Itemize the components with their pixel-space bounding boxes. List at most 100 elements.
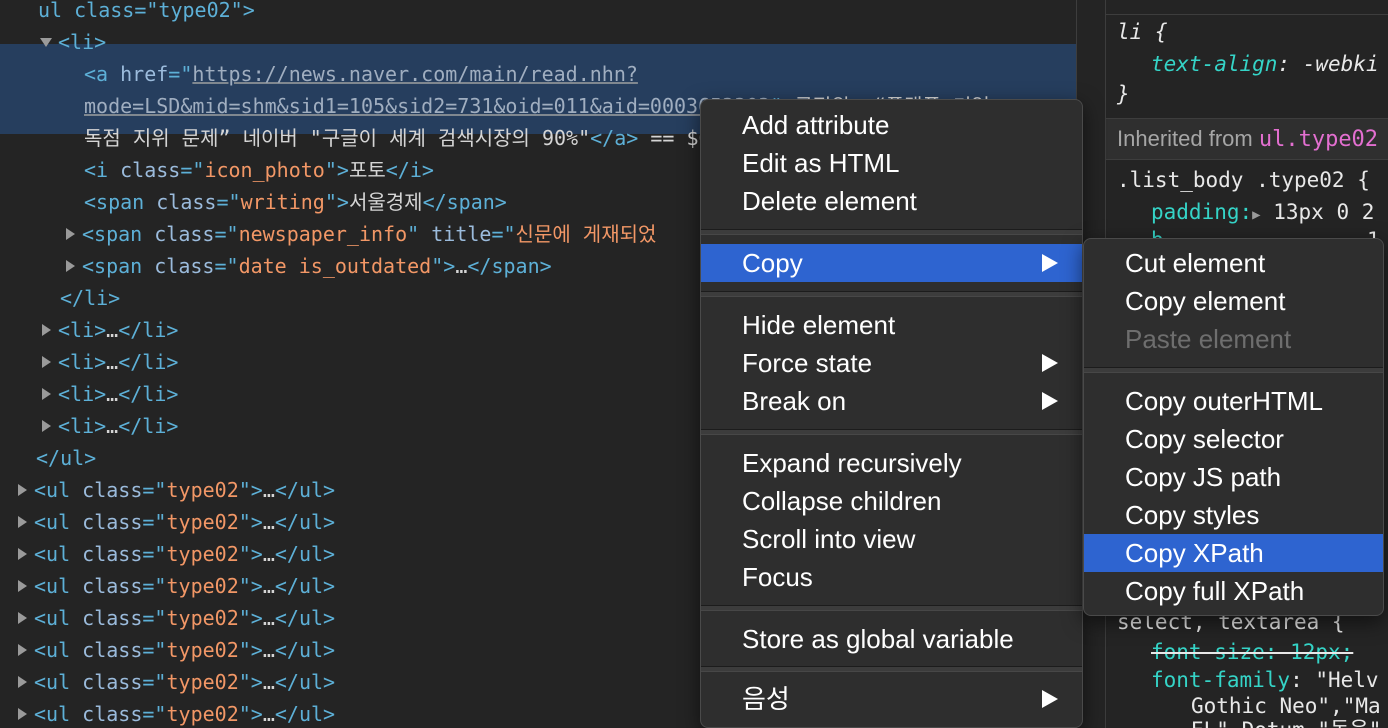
menu-item-scroll-into-view[interactable]: Scroll into view [701,520,1082,558]
node-markup: <span class="newspaper_info" title="신문에 … [82,218,656,250]
rule-li-close: } [1117,82,1130,106]
menu-item-collapse-children[interactable]: Collapse children [701,482,1082,520]
tag-markup: </ul> [274,702,336,726]
tag-markup: =" [142,478,167,502]
styles-top-divider [1106,0,1388,15]
tag-markup: </ul> [274,638,336,662]
menu-separator [701,429,1082,435]
attr-value: type02 [166,670,239,694]
text-content: … [262,702,275,726]
node-markup: ul class="type02"> [38,0,255,26]
menu-item-copy-js-path[interactable]: Copy JS path [1084,458,1383,496]
tag-markup: =" [142,638,167,662]
node-markup: <li>…</li> [58,410,178,442]
href-link[interactable]: https://news.naver.com/main/read.nhn? [192,62,638,86]
menu-item-edit-as-html[interactable]: Edit as HTML [701,144,1082,182]
tag-markup: </li> [60,286,121,310]
text-content: … [262,606,275,630]
tag-markup: <span [84,190,157,214]
expand-triangle-icon[interactable] [18,548,27,560]
expand-triangle-icon[interactable] [18,676,27,688]
expand-triangle-icon[interactable] [18,644,27,656]
node-markup: <li> [58,26,106,58]
menu-separator [701,666,1082,672]
attr-name: class [82,606,143,630]
menu-item-copy-selector[interactable]: Copy selector [1084,420,1383,458]
expand-triangle-icon[interactable] [42,420,51,432]
tag-markup: <ul [34,702,83,726]
rule-li-selector[interactable]: li { [1117,18,1168,46]
expand-shorthand-icon[interactable]: ▶ [1252,207,1260,223]
menu-item-expand-recursively[interactable]: Expand recursively [701,444,1082,482]
menu-item-copy-element[interactable]: Copy element [1084,282,1383,320]
menu-item-copy-xpath[interactable]: Copy XPath [1084,534,1383,572]
tag-markup: <ul [34,510,83,534]
context-menu[interactable]: Add attribute Edit as HTML Delete element C… [700,99,1083,728]
submenu-arrow-icon [1042,392,1058,410]
menu-item-copy[interactable]: Copy [701,244,1082,282]
menu-item-force-state[interactable]: Force state [701,344,1082,382]
prop-font-size-overridden[interactable]: font-size: 12px; [1151,638,1353,666]
menu-item-copy-full-xpath[interactable]: Copy full XPath [1084,572,1383,610]
expand-triangle-icon[interactable] [18,484,27,496]
submenu-arrow-icon [1042,690,1058,708]
prop-text-align: text-align [1151,52,1278,76]
value-text-align: : -webki [1277,52,1379,76]
expand-triangle-icon[interactable] [18,708,27,720]
menu-item-label: Break on [742,386,847,416]
node-markup: </ul> [36,442,96,474]
copy-submenu[interactable]: Cut element Copy element Paste element Copy… [1083,238,1384,616]
rule-font-family-declaration[interactable]: font-family: "Helv [1151,666,1379,694]
tag-markup: "> [238,542,263,566]
expand-triangle-icon[interactable] [66,228,75,240]
menu-item-delete-element[interactable]: Delete element [701,182,1082,220]
tag-markup: "> [238,478,263,502]
node-markup: <li>…</li> [58,378,178,410]
menu-item-hide-element[interactable]: Hide element [701,306,1082,344]
expand-triangle-icon[interactable] [42,356,51,368]
expand-triangle-icon[interactable] [18,516,27,528]
menu-item-store-as-global-variable[interactable]: Store as global variable [701,620,1082,658]
expand-triangle-icon[interactable] [18,580,27,592]
menu-separator [701,291,1082,297]
rule-li-declaration[interactable]: text-align: -webki [1151,50,1379,78]
menu-item-paste-element: Paste element [1084,320,1383,358]
menu-item-label: Copy styles [1125,500,1260,530]
attr-name: title [431,222,492,246]
menu-item-focus[interactable]: Focus [701,558,1082,596]
attr-name: class [154,254,215,278]
tag-markup: "> [238,574,263,598]
tag-markup: </ul> [274,510,336,534]
dom-tree-node[interactable]: <li> [0,26,1076,58]
inherited-selector[interactable]: ul.type02 [1259,127,1378,152]
expand-triangle-icon[interactable] [18,612,27,624]
tag-markup: <li> [58,382,107,406]
dom-tree-node[interactable]: <a href="https://news.naver.com/main/rea… [0,58,1076,90]
menu-item-cut-element[interactable]: Cut element [1084,244,1383,282]
tag-markup: </i> [385,158,434,182]
tag-markup: =" [142,510,167,534]
expand-triangle-icon[interactable] [66,260,75,272]
menu-item-copy-outerhtml[interactable]: Copy outerHTML [1084,382,1383,420]
tag-markup: "> [238,670,263,694]
menu-item-break-on[interactable]: Break on [701,382,1082,420]
attr-value: date is_outdated [238,254,432,278]
tag-markup: </li> [118,350,179,374]
rule-padding-declaration[interactable]: padding:▶ 13px 0 2 [1151,198,1374,226]
tag-markup: </span> [467,254,552,278]
menu-item-label: Force state [742,348,873,378]
menu-item-copy-styles[interactable]: Copy styles [1084,496,1383,534]
rule-list-body-selector[interactable]: .list_body .type02 { [1117,166,1370,194]
tag-markup: <span [82,254,155,278]
menu-item-voice[interactable]: 음성 [701,680,1082,718]
dom-tree-node[interactable]: ul class="type02"> [0,0,1076,26]
inherited-from-bar: Inherited from ul.type02 [1106,118,1388,160]
menu-item-add-attribute[interactable]: Add attribute [701,106,1082,144]
collapse-triangle-icon[interactable] [40,38,52,47]
menu-item-label: Copy JS path [1125,462,1282,492]
prop-padding: padding: [1151,200,1253,224]
expand-triangle-icon[interactable] [42,388,51,400]
attr-name: class [82,670,143,694]
expand-triangle-icon[interactable] [42,324,51,336]
href-link[interactable]: mode=LSD&mid=shm&sid1=105&sid2=731&oid=0… [84,94,770,118]
